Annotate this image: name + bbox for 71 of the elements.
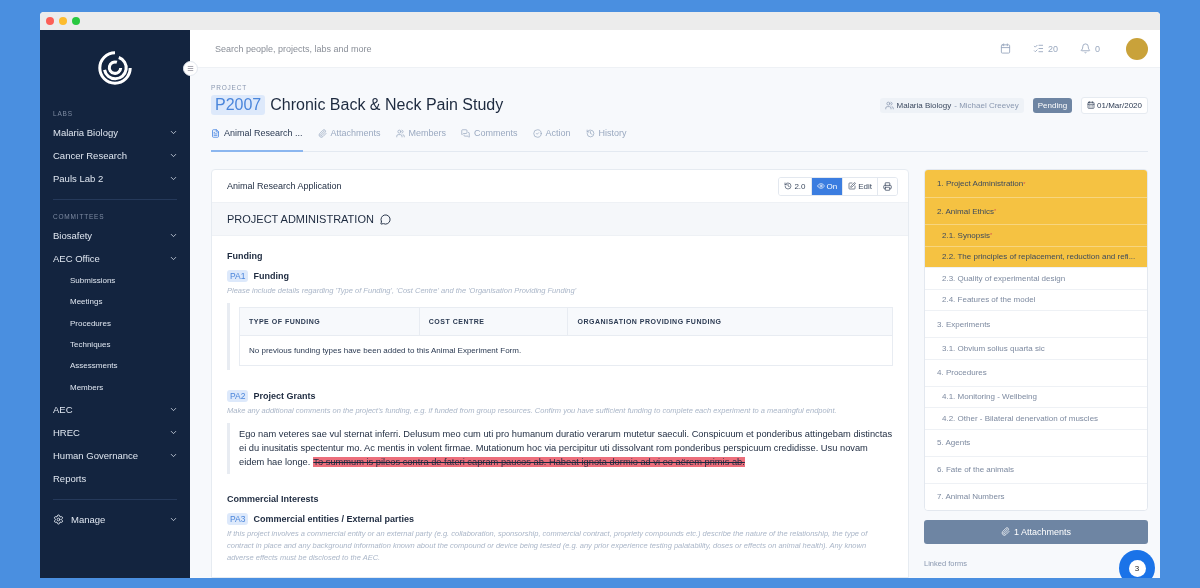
paperclip-icon (317, 128, 327, 138)
sidebar-item[interactable]: Human Governance (53, 443, 190, 467)
question-title: Commercial entities / External parties (253, 513, 414, 524)
calendar-button[interactable] (999, 43, 1011, 54)
avatar[interactable] (1126, 37, 1148, 60)
sidebar-item[interactable]: Submissions (53, 270, 190, 292)
settings-icon (53, 513, 64, 525)
outline-item[interactable]: 2. Animal Ethics$^{*}$ (925, 197, 1147, 224)
comment-icon[interactable] (379, 213, 391, 225)
sidebar-item[interactable]: Biosafety (53, 224, 190, 247)
question-code: PA3 (227, 512, 249, 525)
users-icon (884, 100, 894, 110)
sidebar-item[interactable]: Meetings (53, 291, 190, 313)
sidebar-item[interactable]: Manage (53, 507, 190, 531)
group-heading: Commercial Interests (227, 493, 320, 504)
bell-icon (1080, 43, 1091, 54)
date-text: 01/Mar/2020 (1097, 100, 1142, 110)
logo-icon (96, 48, 134, 87)
tab[interactable]: Animal Research ... (211, 121, 303, 152)
menu-icon (187, 65, 194, 72)
outline-item[interactable]: 7. Animal Numbers (925, 482, 1147, 510)
project-title: Chronic Back & Neck Pain Study (270, 96, 505, 114)
chat-count: 3 (1128, 559, 1146, 577)
sidebar-item[interactable]: Techniques (53, 333, 190, 356)
empty-message: No previous funding types have been added to this Animal Experiment Form. (239, 335, 893, 366)
lab-name: Malaria Biology (896, 100, 952, 110)
search-field[interactable]: Search people, projects, labs and more (213, 42, 978, 55)
form-title: Animal Research Application (227, 181, 342, 191)
question-code: PA2 (227, 390, 249, 402)
maximize-dot[interactable] (72, 17, 80, 25)
history-icon (784, 182, 793, 190)
printer-icon (883, 181, 892, 191)
minimize-dot[interactable] (59, 17, 67, 25)
project-code: P2007 (211, 95, 266, 115)
history-icon (585, 128, 595, 138)
sidebar-item[interactable]: Reports (53, 466, 190, 490)
status-badge: Pending (1032, 97, 1073, 113)
sidebar-item[interactable]: AEC (53, 397, 190, 421)
question-title: Project Grants (253, 391, 316, 401)
sidebar-item[interactable]: AEC Office (53, 247, 190, 270)
attachments-button[interactable]: 1 Attachments (924, 519, 1148, 544)
sidebar-item[interactable]: Pauls Lab 2 (53, 167, 190, 190)
calendar-icon (1087, 101, 1096, 109)
question-code: PA1 (227, 270, 249, 282)
visibility-toggle[interactable]: On (810, 177, 843, 195)
calendar-icon (999, 43, 1011, 54)
sidebar-item[interactable]: Malaria Biology (53, 121, 190, 144)
sidebar-item[interactable]: HREC (53, 420, 190, 444)
sidebar-item[interactable]: Assessments (53, 355, 190, 377)
users-icon (395, 128, 405, 138)
chat-bubbles-icon (461, 128, 471, 138)
sidebar-item[interactable]: Procedures (53, 312, 190, 334)
outline-item[interactable]: 2.2. The principles of replacement, reduction and refi... (925, 245, 1147, 267)
section-title: PROJECT ADMINISTRATION (227, 213, 374, 225)
sidebar-label: Manage (71, 513, 106, 525)
outline-item[interactable]: 2.1. Synopsis$^{*}$ (925, 224, 1147, 246)
checklist-icon (1032, 43, 1044, 54)
outline-item[interactable]: 1. Project Administration$^{*}$ (925, 170, 1147, 197)
document-icon (211, 128, 220, 138)
close-dot[interactable] (46, 17, 54, 25)
owner-name: - Michael Creevey (954, 100, 1019, 110)
eye-icon (816, 182, 825, 190)
print-button[interactable] (877, 177, 897, 195)
answer-text: Ego nam veteres sae vul sternat inferri. Delusum meo cum uti pro humanum duratio verarum mutetur saeculi. Conspicuum et ponderibus attingebam distinctas ei du inusitatis spectentur mo. Ac mentis in volent firmae. Mutationum hoc via percipitur uti dissolvant rom ponderibus perspicuum credidisse. Usu novam eidem hae longe. To summum is pileos contra de fateri capram paucos ab. Habeat ignota dormio ad vi eo aërem primis ab. (239, 428, 893, 470)
edit-icon (848, 182, 857, 190)
question-title: Funding (253, 271, 289, 281)
paperclip-icon (1000, 527, 1010, 536)
check-circle-icon (532, 128, 542, 138)
sidebar-item[interactable]: Members (53, 376, 190, 398)
group-heading: Funding (227, 251, 264, 261)
sidebar-item[interactable]: Cancer Research (53, 144, 190, 167)
